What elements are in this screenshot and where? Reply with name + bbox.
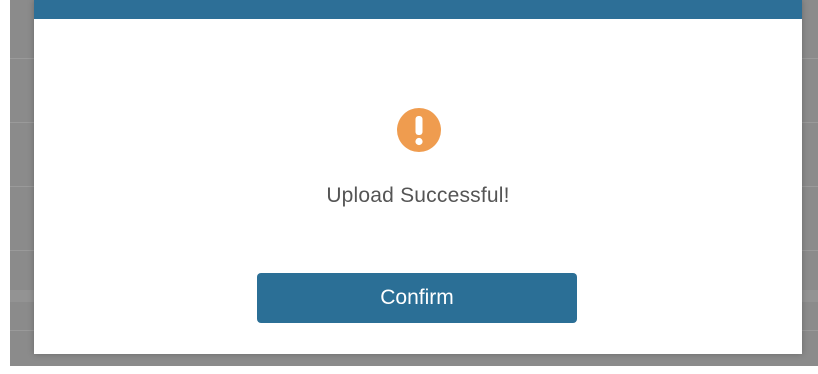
dialog-message: Upload Successful! [326, 184, 510, 207]
dialog-header-bar [34, 0, 802, 19]
alert-dialog: Upload Successful! Confirm [34, 0, 802, 354]
modal-overlay: Upload Successful! Confirm [10, 0, 818, 366]
exclamation-circle-icon [396, 107, 442, 153]
confirm-button[interactable]: Confirm [257, 273, 577, 323]
